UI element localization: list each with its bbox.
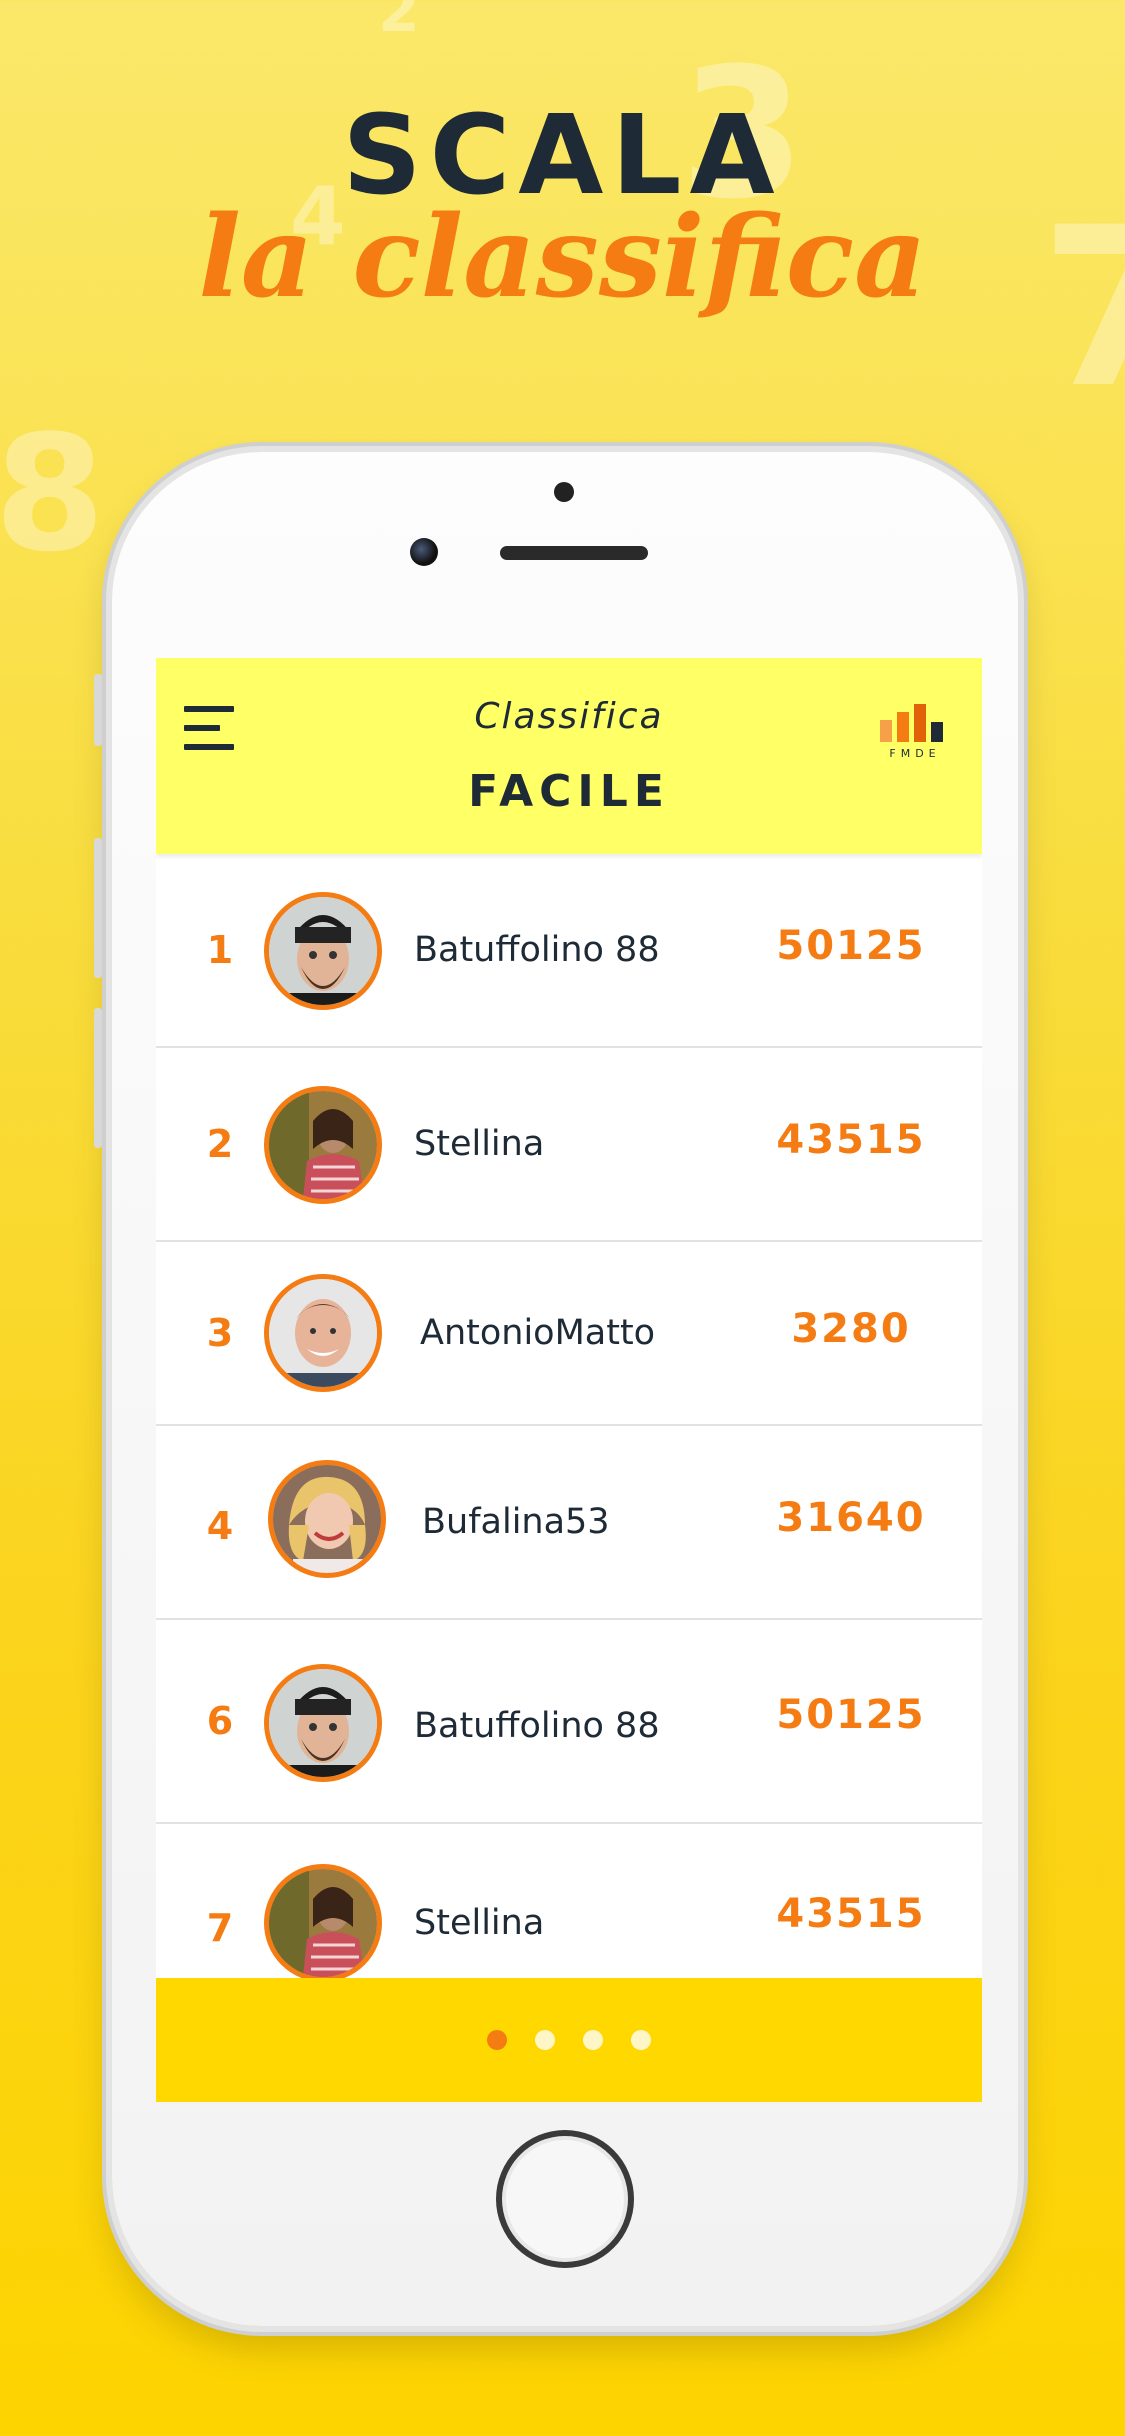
difficulty-title: FACILE xyxy=(468,766,670,817)
rank-number: 6 xyxy=(206,1699,234,1743)
player-score: 43515 xyxy=(776,1117,926,1163)
leaderboard-list: 1 Batuffolino 88 50125 2 Stellina 43515 … xyxy=(156,854,982,2016)
player-name: Batuffolino 88 xyxy=(414,1706,660,1746)
leaderboard-row[interactable]: 6 Batuffolino 88 50125 xyxy=(156,1620,982,1824)
phone-volume-down xyxy=(94,1008,102,1148)
player-score: 50125 xyxy=(776,1692,926,1738)
page-dot-2[interactable] xyxy=(535,2030,555,2050)
player-avatar xyxy=(264,1664,382,1782)
home-button[interactable] xyxy=(496,2130,634,2268)
player-avatar xyxy=(264,1086,382,1204)
background-digit: 8 xyxy=(0,400,106,587)
app-screen: Classifica FACILE FMDE 1 Batuffolino 88 … xyxy=(156,658,982,2102)
page-dot-1[interactable] xyxy=(487,2030,507,2050)
proximity-sensor xyxy=(554,482,574,502)
header-subtitle: Classifica xyxy=(474,696,664,737)
player-name: AntonioMatto xyxy=(420,1313,656,1353)
page-indicator-bar xyxy=(156,1978,982,2102)
difficulty-letters: FMDE xyxy=(889,747,941,760)
rank-number: 3 xyxy=(206,1311,234,1355)
rank-number: 2 xyxy=(206,1122,234,1166)
front-camera xyxy=(410,538,438,566)
player-name: Bufalina53 xyxy=(422,1502,610,1542)
leaderboard-row[interactable]: 4 Bufalina53 31640 xyxy=(156,1426,982,1620)
player-score: 3280 xyxy=(791,1306,911,1352)
player-name: Stellina xyxy=(414,1124,545,1164)
player-avatar xyxy=(264,1864,382,1982)
phone-side-button xyxy=(94,674,102,746)
player-score: 31640 xyxy=(776,1495,926,1541)
phone-volume-up xyxy=(94,838,102,978)
player-avatar xyxy=(264,1274,382,1392)
promo-subtitle: la classifica xyxy=(198,192,927,323)
player-avatar xyxy=(264,892,382,1010)
rank-number: 4 xyxy=(206,1504,234,1548)
page-dots xyxy=(487,2030,651,2050)
app-header: Classifica FACILE FMDE xyxy=(156,658,982,854)
leaderboard-row[interactable]: 1 Batuffolino 88 50125 xyxy=(156,854,982,1048)
background-digit: 2 xyxy=(378,0,420,46)
difficulty-bars-icon[interactable]: FMDE xyxy=(880,704,950,760)
rank-number: 1 xyxy=(206,928,234,972)
page-dot-4[interactable] xyxy=(631,2030,651,2050)
player-score: 50125 xyxy=(776,923,926,969)
leaderboard-row[interactable]: 3 AntonioMatto 3280 xyxy=(156,1242,982,1426)
player-avatar xyxy=(268,1460,386,1578)
page-dot-3[interactable] xyxy=(583,2030,603,2050)
leaderboard-row[interactable]: 2 Stellina 43515 xyxy=(156,1048,982,1242)
phone-mockup: Classifica FACILE FMDE 1 Batuffolino 88 … xyxy=(94,452,1018,2326)
player-name: Batuffolino 88 xyxy=(414,930,660,970)
earpiece-speaker xyxy=(500,546,648,560)
